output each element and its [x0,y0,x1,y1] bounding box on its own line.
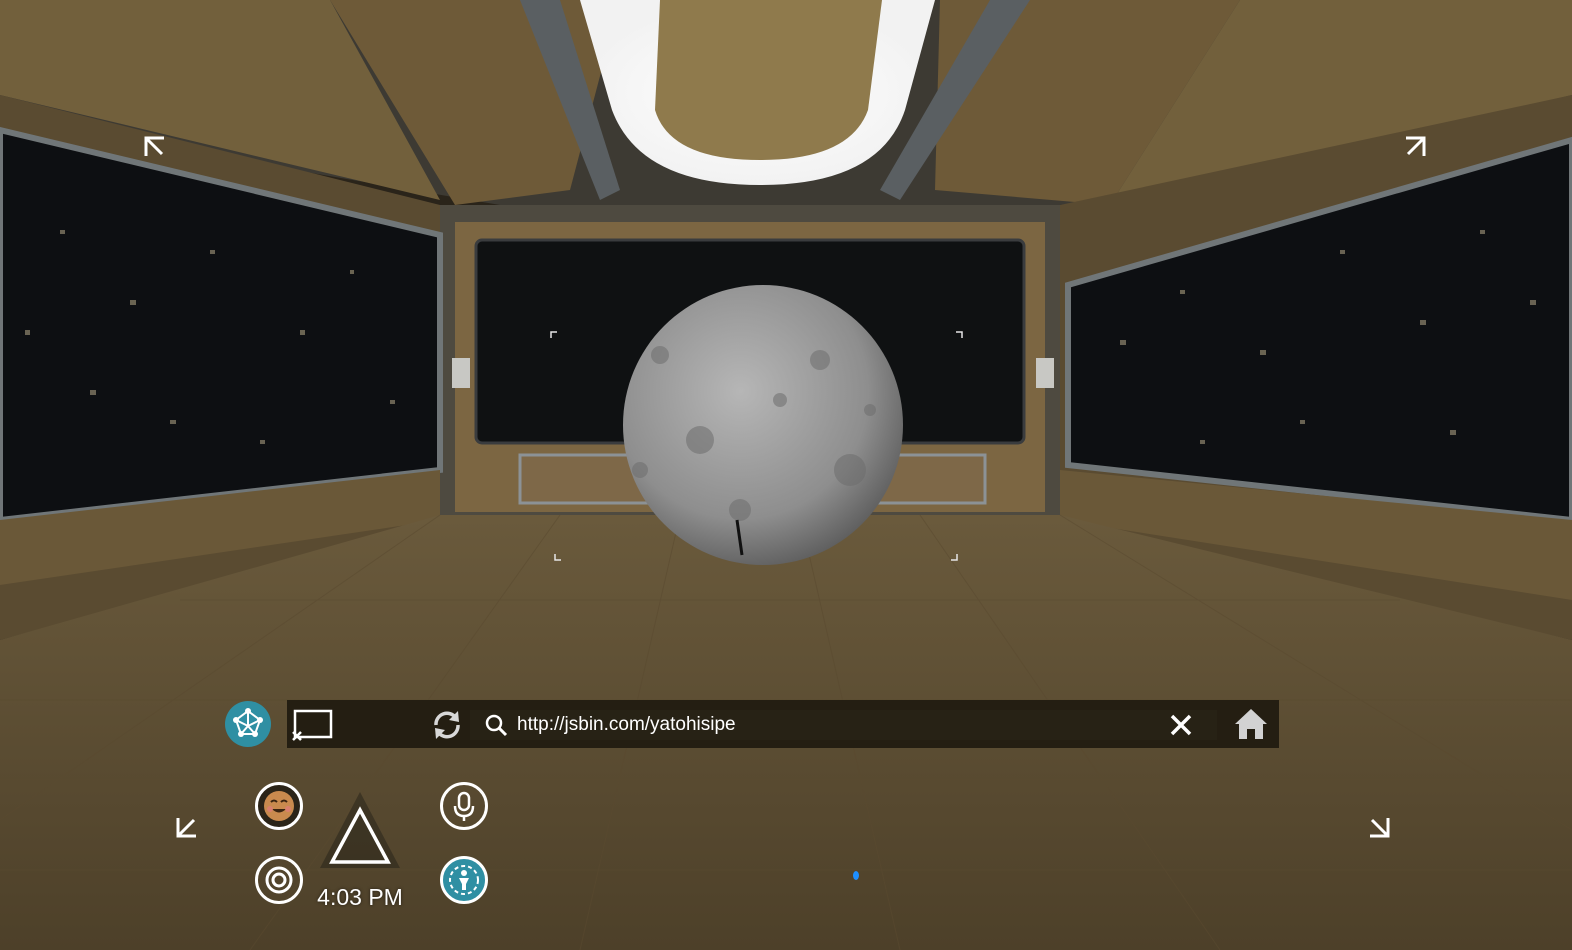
vr-room-scene [0,0,1572,950]
emoji-icon [264,791,294,821]
resize-bottom-left-icon[interactable] [174,814,200,840]
home-icon[interactable] [1232,706,1270,742]
close-icon[interactable] [1168,712,1194,738]
camera-icon [265,866,293,894]
resize-bottom-right-icon[interactable] [1366,814,1392,840]
clock-label: 4:03 PM [317,884,403,910]
resize-top-right-icon[interactable] [1402,134,1428,160]
voice-button[interactable] [440,782,488,830]
network-icon [233,708,263,737]
app-menu-button[interactable] [225,701,271,747]
triangle-back-icon[interactable] [318,790,402,874]
search-icon [485,714,508,737]
cast-icon[interactable] [289,706,335,744]
avatar-button[interactable] [440,856,488,904]
moon-sphere[interactable] [623,285,903,565]
avatar-icon [449,865,479,895]
resize-top-left-icon[interactable] [142,134,168,160]
url-input[interactable]: http://jsbin.com/yatohisipe [517,710,736,740]
emoji-button[interactable] [255,782,303,830]
microphone-icon [453,791,475,821]
camera-button[interactable] [255,856,303,904]
gaze-cursor [853,871,859,880]
reload-icon[interactable] [428,706,466,744]
